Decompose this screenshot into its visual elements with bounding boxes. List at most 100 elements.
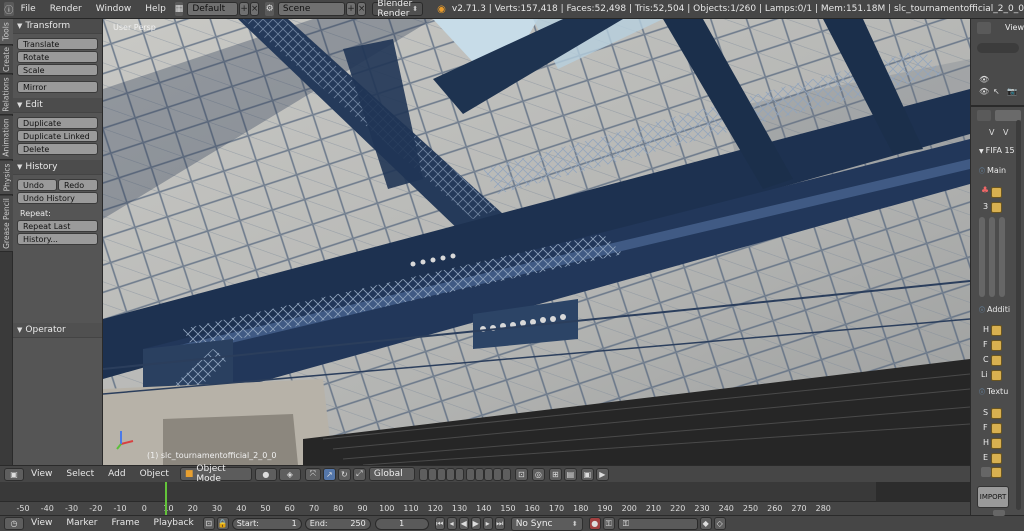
lock-frame-icon[interactable]: 🔒 bbox=[216, 517, 229, 530]
tab-label[interactable]: V bbox=[1003, 128, 1008, 137]
panel-edit-header[interactable]: ▼ Edit bbox=[13, 98, 102, 113]
rotate-manipulator[interactable]: ↻ bbox=[337, 467, 351, 481]
panel-textu-header[interactable]: ⓘ Textu bbox=[979, 387, 1008, 396]
current-frame-cursor[interactable] bbox=[165, 482, 167, 501]
visibility-eye-icon[interactable]: 👁 bbox=[979, 87, 989, 96]
add-scene-button[interactable]: + bbox=[346, 2, 356, 16]
editor-type-icon[interactable]: ⓘ bbox=[4, 2, 14, 16]
undo-history-button[interactable]: Undo History bbox=[17, 192, 98, 204]
layer-button[interactable] bbox=[483, 467, 493, 481]
layer-button[interactable] bbox=[445, 467, 455, 481]
panel-addit-header[interactable]: ⓘ Additi bbox=[979, 305, 1010, 314]
play-button[interactable]: ▶ bbox=[470, 517, 481, 530]
main-toggle-2[interactable] bbox=[991, 202, 1002, 213]
outliner-search[interactable] bbox=[977, 43, 1019, 53]
import-button[interactable]: IMPORT bbox=[977, 486, 1009, 508]
select-arrow-icon[interactable]: ↖ bbox=[993, 87, 1000, 96]
addit-slot-c[interactable] bbox=[991, 355, 1002, 366]
scene-icon[interactable]: ⚙ bbox=[265, 2, 274, 16]
textu-slot-e[interactable] bbox=[991, 453, 1002, 464]
editor-type-button[interactable]: ▣ bbox=[4, 467, 24, 481]
sync-dropdown[interactable]: No Sync ⬍ bbox=[510, 516, 583, 531]
screen-layout-icon[interactable]: ▦ bbox=[174, 2, 184, 16]
menu-playback[interactable]: Playback bbox=[147, 514, 201, 531]
rotate-button[interactable]: Rotate bbox=[17, 51, 98, 63]
duplicate-linked-button[interactable]: Duplicate Linked bbox=[17, 130, 98, 142]
slider-track[interactable] bbox=[989, 217, 995, 297]
remove-layout-button[interactable]: × bbox=[249, 2, 260, 16]
textu-slot-f[interactable] bbox=[991, 423, 1002, 434]
textu-slot-s[interactable] bbox=[991, 408, 1002, 419]
editor-type-button[interactable]: ◷ bbox=[4, 517, 24, 530]
menu-help[interactable]: Help bbox=[138, 0, 173, 19]
menu-object[interactable]: Object bbox=[133, 465, 176, 484]
jump-end-button[interactable]: ⏭ bbox=[494, 517, 505, 530]
layer-button[interactable] bbox=[436, 467, 446, 481]
insert-keyframe-icon[interactable]: ◆ bbox=[699, 517, 712, 530]
timeline-area[interactable] bbox=[0, 482, 876, 501]
history-button[interactable]: History... bbox=[17, 233, 98, 245]
next-keyframe-button[interactable]: ▸ bbox=[482, 517, 493, 530]
addit-slot-li[interactable] bbox=[991, 370, 1002, 381]
current-frame-field[interactable]: 1 bbox=[374, 517, 429, 530]
layout-dropdown[interactable]: Default bbox=[187, 2, 239, 16]
textu-slot-extra[interactable] bbox=[991, 467, 1002, 478]
layer-button[interactable] bbox=[492, 467, 502, 481]
mirror-button[interactable]: Mirror bbox=[17, 81, 98, 93]
resize-handle[interactable] bbox=[993, 510, 1005, 516]
properties-type-icon[interactable] bbox=[977, 110, 991, 121]
panel-fifa-header[interactable]: ▼ FIFA 15 bbox=[979, 146, 1015, 155]
tab-label[interactable]: V bbox=[989, 128, 994, 137]
menu-timeline-view[interactable]: View bbox=[24, 514, 59, 531]
proportional-edit-icon[interactable]: ◎ bbox=[531, 467, 545, 481]
outliner-view-menu[interactable]: View bbox=[1005, 23, 1024, 32]
render-camera-icon[interactable]: 📷 bbox=[1007, 87, 1017, 96]
main-toggle[interactable] bbox=[991, 187, 1002, 198]
play-reverse-button[interactable]: ◀ bbox=[458, 517, 469, 530]
duplicate-button[interactable]: Duplicate bbox=[17, 117, 98, 129]
pivot-dropdown[interactable]: ◈ bbox=[278, 467, 301, 481]
render-opengl-icon[interactable]: ▣ bbox=[580, 467, 594, 481]
menu-render[interactable]: Render bbox=[43, 0, 89, 19]
tab-physics[interactable]: Physics bbox=[0, 161, 13, 195]
addit-slot-f[interactable] bbox=[991, 340, 1002, 351]
tab-tools[interactable]: Tools bbox=[0, 19, 13, 45]
delete-keyframe-icon[interactable]: ◇ bbox=[713, 517, 726, 530]
start-frame-field[interactable]: Start: 1 bbox=[231, 517, 302, 530]
tab-relations[interactable]: Relations bbox=[0, 75, 13, 115]
add-layout-button[interactable]: + bbox=[239, 2, 249, 16]
repeat-last-button[interactable]: Repeat Last bbox=[17, 220, 98, 232]
prev-keyframe-button[interactable]: ◂ bbox=[446, 517, 457, 530]
delete-button[interactable]: Delete bbox=[17, 143, 98, 155]
slider-track[interactable] bbox=[999, 217, 1005, 297]
layer-button[interactable] bbox=[418, 467, 428, 481]
3d-viewport[interactable] bbox=[103, 19, 970, 465]
render-animation-icon[interactable]: ▶ bbox=[595, 467, 609, 481]
keyframe-type-icon[interactable]: ⚿ bbox=[602, 517, 615, 530]
visibility-eye-icon[interactable]: 👁 bbox=[979, 75, 989, 84]
menu-marker[interactable]: Marker bbox=[59, 514, 104, 531]
manipulator-toggle[interactable]: ⤧ bbox=[304, 467, 321, 481]
orientation-dropdown[interactable]: Global bbox=[368, 467, 415, 481]
frame-ruler[interactable]: -50 -40 -30 -20 -10 0 10 20 30 40 50 60 70 80 90 100 110… bbox=[0, 501, 970, 515]
menu-view[interactable]: View bbox=[24, 465, 59, 484]
panel-operator-header[interactable]: ▼ Operator bbox=[13, 323, 102, 338]
translate-manipulator[interactable]: ↗ bbox=[322, 467, 336, 481]
undo-button[interactable]: Undo bbox=[17, 179, 57, 191]
textu-toggle[interactable] bbox=[981, 467, 991, 477]
tab-grease-pencil[interactable]: Grease Pencil bbox=[0, 196, 13, 252]
remove-scene-button[interactable]: × bbox=[356, 2, 367, 16]
panel-main-header[interactable]: ⓘ Main bbox=[979, 166, 1006, 175]
menu-select[interactable]: Select bbox=[59, 465, 101, 484]
lock-layers-icon[interactable]: ⊡ bbox=[514, 467, 528, 481]
textu-slot-h[interactable] bbox=[991, 438, 1002, 449]
preview-range-icon[interactable]: ⊡ bbox=[202, 517, 215, 530]
menu-file[interactable]: File bbox=[14, 0, 43, 19]
outliner-type-icon[interactable] bbox=[977, 22, 991, 34]
layer-button[interactable] bbox=[454, 467, 464, 481]
menu-frame[interactable]: Frame bbox=[104, 514, 146, 531]
tab-create[interactable]: Create bbox=[0, 46, 13, 74]
layer-button[interactable] bbox=[474, 467, 484, 481]
layer-button[interactable] bbox=[501, 467, 511, 481]
render-engine-dropdown[interactable]: Blender Render ⬍ bbox=[372, 0, 424, 19]
